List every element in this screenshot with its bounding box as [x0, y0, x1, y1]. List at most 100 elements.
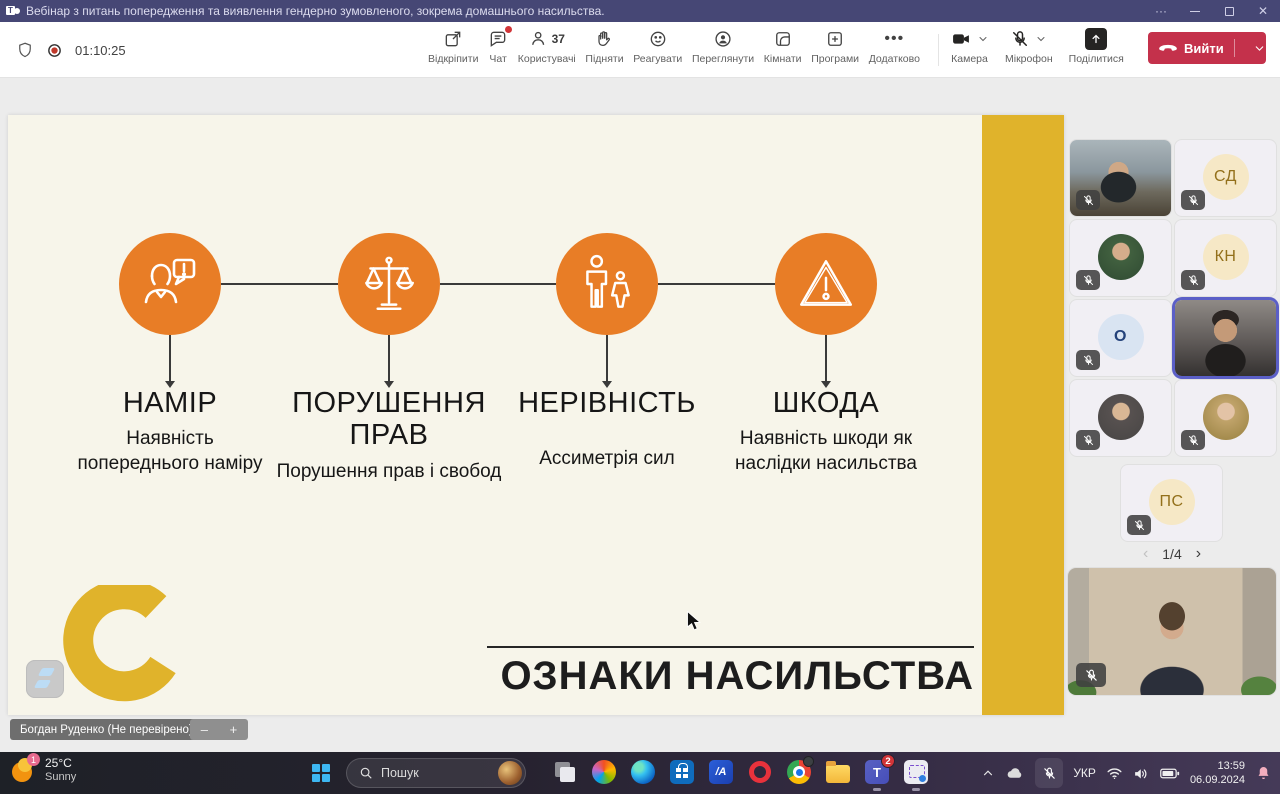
inequality-circle [556, 233, 658, 335]
participants-pager: ‹ 1/4 › [1064, 545, 1280, 563]
weather-widget[interactable]: 1 25°C Sunny [10, 756, 76, 784]
pager-prev-icon[interactable]: ‹ [1143, 545, 1148, 563]
notification-bell-icon[interactable] [1255, 764, 1272, 782]
app-ia-icon[interactable]: /A [708, 759, 734, 785]
more-actions-button[interactable]: ••• Додатково [869, 27, 920, 65]
titlebar-more-button[interactable]: ··· [1144, 0, 1178, 22]
participant-tile-photo[interactable] [1070, 380, 1171, 456]
start-button[interactable] [312, 764, 330, 782]
windows-taskbar: 1 25°C Sunny Пошук /A T2 [0, 752, 1280, 794]
ellipsis-icon: ••• [884, 27, 904, 51]
react-button[interactable]: Реагувати [633, 27, 682, 65]
mic-muted-badge [1076, 190, 1100, 210]
mic-button[interactable]: Мікрофон [1005, 27, 1053, 65]
task-view-icon[interactable] [552, 759, 578, 785]
zoom-out-button[interactable]: – [201, 723, 208, 736]
leave-chevron-icon[interactable] [1253, 42, 1266, 55]
people-icon [529, 29, 549, 49]
raise-hand-button[interactable]: Підняти [585, 27, 623, 65]
rooms-button[interactable]: Кімнати [764, 27, 802, 65]
item-subtitle: Наявність шкоди як наслідки насильства [726, 427, 926, 476]
snipping-tool-icon[interactable] [903, 759, 929, 785]
avatar: ПС [1149, 479, 1195, 525]
search-placeholder: Пошук [381, 766, 490, 780]
time: 13:59 [1217, 760, 1245, 772]
mic-muted-icon [1010, 29, 1030, 49]
meeting-stage: НАМІР Наявність попереднього наміру ПОРУ… [0, 78, 1280, 752]
window-titlebar: T Вебінар з питань попередження та виявл… [0, 0, 1280, 22]
language-indicator[interactable]: УКР [1073, 766, 1096, 780]
teams-taskbar-icon[interactable]: T2 [864, 759, 890, 785]
participant-tile-video[interactable] [1070, 140, 1171, 216]
maximize-icon [1225, 7, 1234, 16]
participant-tile-initials[interactable]: СД [1175, 140, 1276, 216]
item-subtitle: Порушення прав і свобод [274, 460, 504, 485]
avatar: КН [1203, 234, 1249, 280]
participant-tile-photo[interactable] [1070, 220, 1171, 296]
copilot-icon[interactable] [591, 759, 617, 785]
slide-item-inequality: НЕРІВНІСТЬ Ассиметрія сил [492, 387, 722, 472]
unpin-icon [443, 27, 463, 51]
participant-tile-large-video[interactable] [1068, 568, 1276, 695]
date: 06.09.2024 [1190, 774, 1245, 786]
close-button[interactable]: ✕ [1246, 0, 1280, 22]
chat-button[interactable]: Чат [488, 27, 508, 65]
item-heading: НАМІР [75, 387, 265, 419]
tray-chevron-up-icon[interactable] [981, 766, 995, 780]
file-explorer-icon[interactable] [825, 759, 851, 785]
title-rule [487, 646, 974, 648]
minimize-icon [1190, 11, 1200, 12]
person-speech-exclamation-icon [138, 252, 202, 316]
avatar [1203, 394, 1249, 440]
camera-chevron-icon[interactable] [977, 33, 989, 45]
mic-muted-badge [1127, 515, 1151, 535]
apps-button[interactable]: Програми [811, 27, 859, 65]
minimize-button[interactable] [1178, 0, 1212, 22]
chat-icon [488, 27, 508, 51]
battery-icon[interactable] [1160, 767, 1180, 780]
meeting-toolbar: 01:10:25 Відкріпити Чат 37 Користувачі П… [0, 22, 1280, 78]
presenter-tool-badge[interactable] [26, 660, 64, 698]
microsoft-store-icon[interactable] [669, 759, 695, 785]
chrome-icon[interactable] [786, 759, 812, 785]
opera-icon[interactable] [747, 759, 773, 785]
pager-next-icon[interactable]: › [1196, 545, 1201, 563]
avatar [1098, 234, 1144, 280]
participant-tile-photo[interactable] [1175, 380, 1276, 456]
avatar: СД [1203, 154, 1249, 200]
intent-circle [119, 233, 221, 335]
participants-button[interactable]: 37 Користувачі [518, 27, 576, 65]
mic-muted-badge [1076, 350, 1100, 370]
edge-icon[interactable] [630, 759, 656, 785]
onedrive-cloud-icon[interactable] [1005, 765, 1025, 781]
taskbar-clock[interactable]: 13:59 06.09.2024 [1190, 759, 1245, 788]
mic-muted-badge [1076, 430, 1100, 450]
mic-muted-badge [1076, 663, 1106, 687]
share-button[interactable]: Поділитися [1069, 27, 1124, 65]
participant-tile-initials[interactable]: О [1070, 300, 1171, 376]
leave-button[interactable]: Вийти [1148, 32, 1266, 64]
mic-muted-badge [1181, 270, 1205, 290]
avatar [1098, 394, 1144, 440]
speaker-icon[interactable] [1133, 766, 1150, 781]
maximize-button[interactable] [1212, 0, 1246, 22]
scales-icon [356, 251, 422, 317]
mic-chevron-icon[interactable] [1035, 33, 1047, 45]
participant-tile-initials[interactable]: ПС [1121, 465, 1222, 541]
weather-temp: 25°C [45, 757, 76, 771]
tray-mic-muted-icon[interactable] [1035, 758, 1063, 788]
camera-button[interactable]: Камера [950, 27, 989, 65]
view-button[interactable]: Переглянути [692, 27, 754, 65]
item-heading: НЕРІВНІСТЬ [492, 387, 722, 419]
hangup-phone-icon [1158, 38, 1178, 58]
screen: T Вебінар з питань попередження та виявл… [0, 0, 1280, 794]
participant-tile-initials[interactable]: КН [1175, 220, 1276, 296]
pager-label: 1/4 [1162, 546, 1181, 562]
recording-timer: 01:10:25 [75, 43, 126, 58]
zoom-in-button[interactable]: + [230, 723, 238, 736]
taskbar-search[interactable]: Пошук [346, 758, 526, 788]
unpin-button[interactable]: Відкріпити [428, 27, 478, 65]
wifi-icon[interactable] [1106, 766, 1123, 780]
participant-tile-active-speaker[interactable] [1175, 300, 1276, 376]
slide-accent-bar [982, 115, 1064, 715]
